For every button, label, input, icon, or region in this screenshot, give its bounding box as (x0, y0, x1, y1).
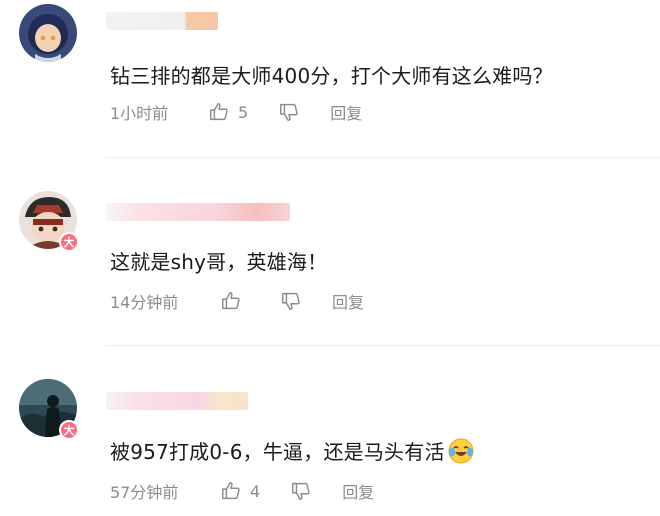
dislike-button[interactable] (280, 290, 302, 312)
thumbs-down-icon (292, 482, 310, 500)
comment-time: 57分钟前 (110, 483, 179, 502)
anime-girl-avatar-icon (19, 4, 77, 62)
dislike-button[interactable] (278, 101, 300, 123)
reply-button[interactable]: 回复 (330, 100, 362, 124)
reply-button[interactable]: 回复 (342, 479, 374, 503)
thumbs-up-icon (222, 292, 240, 310)
level-badge: 大 (59, 232, 79, 252)
dislike-button[interactable] (290, 480, 312, 502)
thumbs-up-icon (210, 103, 228, 121)
thumbs-down-icon (280, 103, 298, 121)
user-avatar[interactable] (19, 4, 77, 62)
comment-meta: 14分钟前 回复 (110, 289, 364, 313)
thumbs-up-icon (222, 482, 240, 500)
comment-item: 大 这就是shy哥，英雄海！ 14分钟前 回复 (0, 158, 660, 346)
like-button[interactable]: 5 (208, 101, 248, 123)
like-button[interactable] (220, 290, 250, 312)
comment-text: 被957打成0-6，牛逼，还是马头有活 (110, 436, 475, 470)
comment-time: 14分钟前 (110, 293, 179, 312)
comment-text: 钻三排的都是大师400分，打个大师有这么难吗？ (110, 64, 553, 88)
comment-meta: 57分钟前 4 回复 (110, 479, 374, 503)
thumbs-down-icon (282, 292, 300, 310)
comment-text-content: 被957打成0-6，牛逼，还是马头有活 (110, 440, 445, 464)
like-button[interactable]: 4 (220, 480, 260, 502)
like-count: 4 (250, 481, 261, 501)
username-redacted[interactable] (106, 392, 248, 410)
username-redacted[interactable] (106, 12, 218, 30)
comment-time: 1小时前 (110, 104, 169, 123)
comment-item: 钻三排的都是大师400分，打个大师有这么难吗？ 1小时前 5 回复 (0, 0, 660, 158)
comment-item: 大 被957打成0-6，牛逼，还是马头有活 57分钟前 4 回复 (0, 346, 660, 516)
comment-meta: 1小时前 5 回复 (110, 100, 362, 124)
like-count: 5 (238, 102, 249, 122)
laughing-crying-emoji-icon (447, 437, 475, 470)
reply-button[interactable]: 回复 (332, 289, 364, 313)
comment-text: 这就是shy哥，英雄海！ (110, 250, 328, 274)
username-redacted[interactable] (106, 203, 290, 221)
level-badge: 大 (59, 420, 79, 440)
